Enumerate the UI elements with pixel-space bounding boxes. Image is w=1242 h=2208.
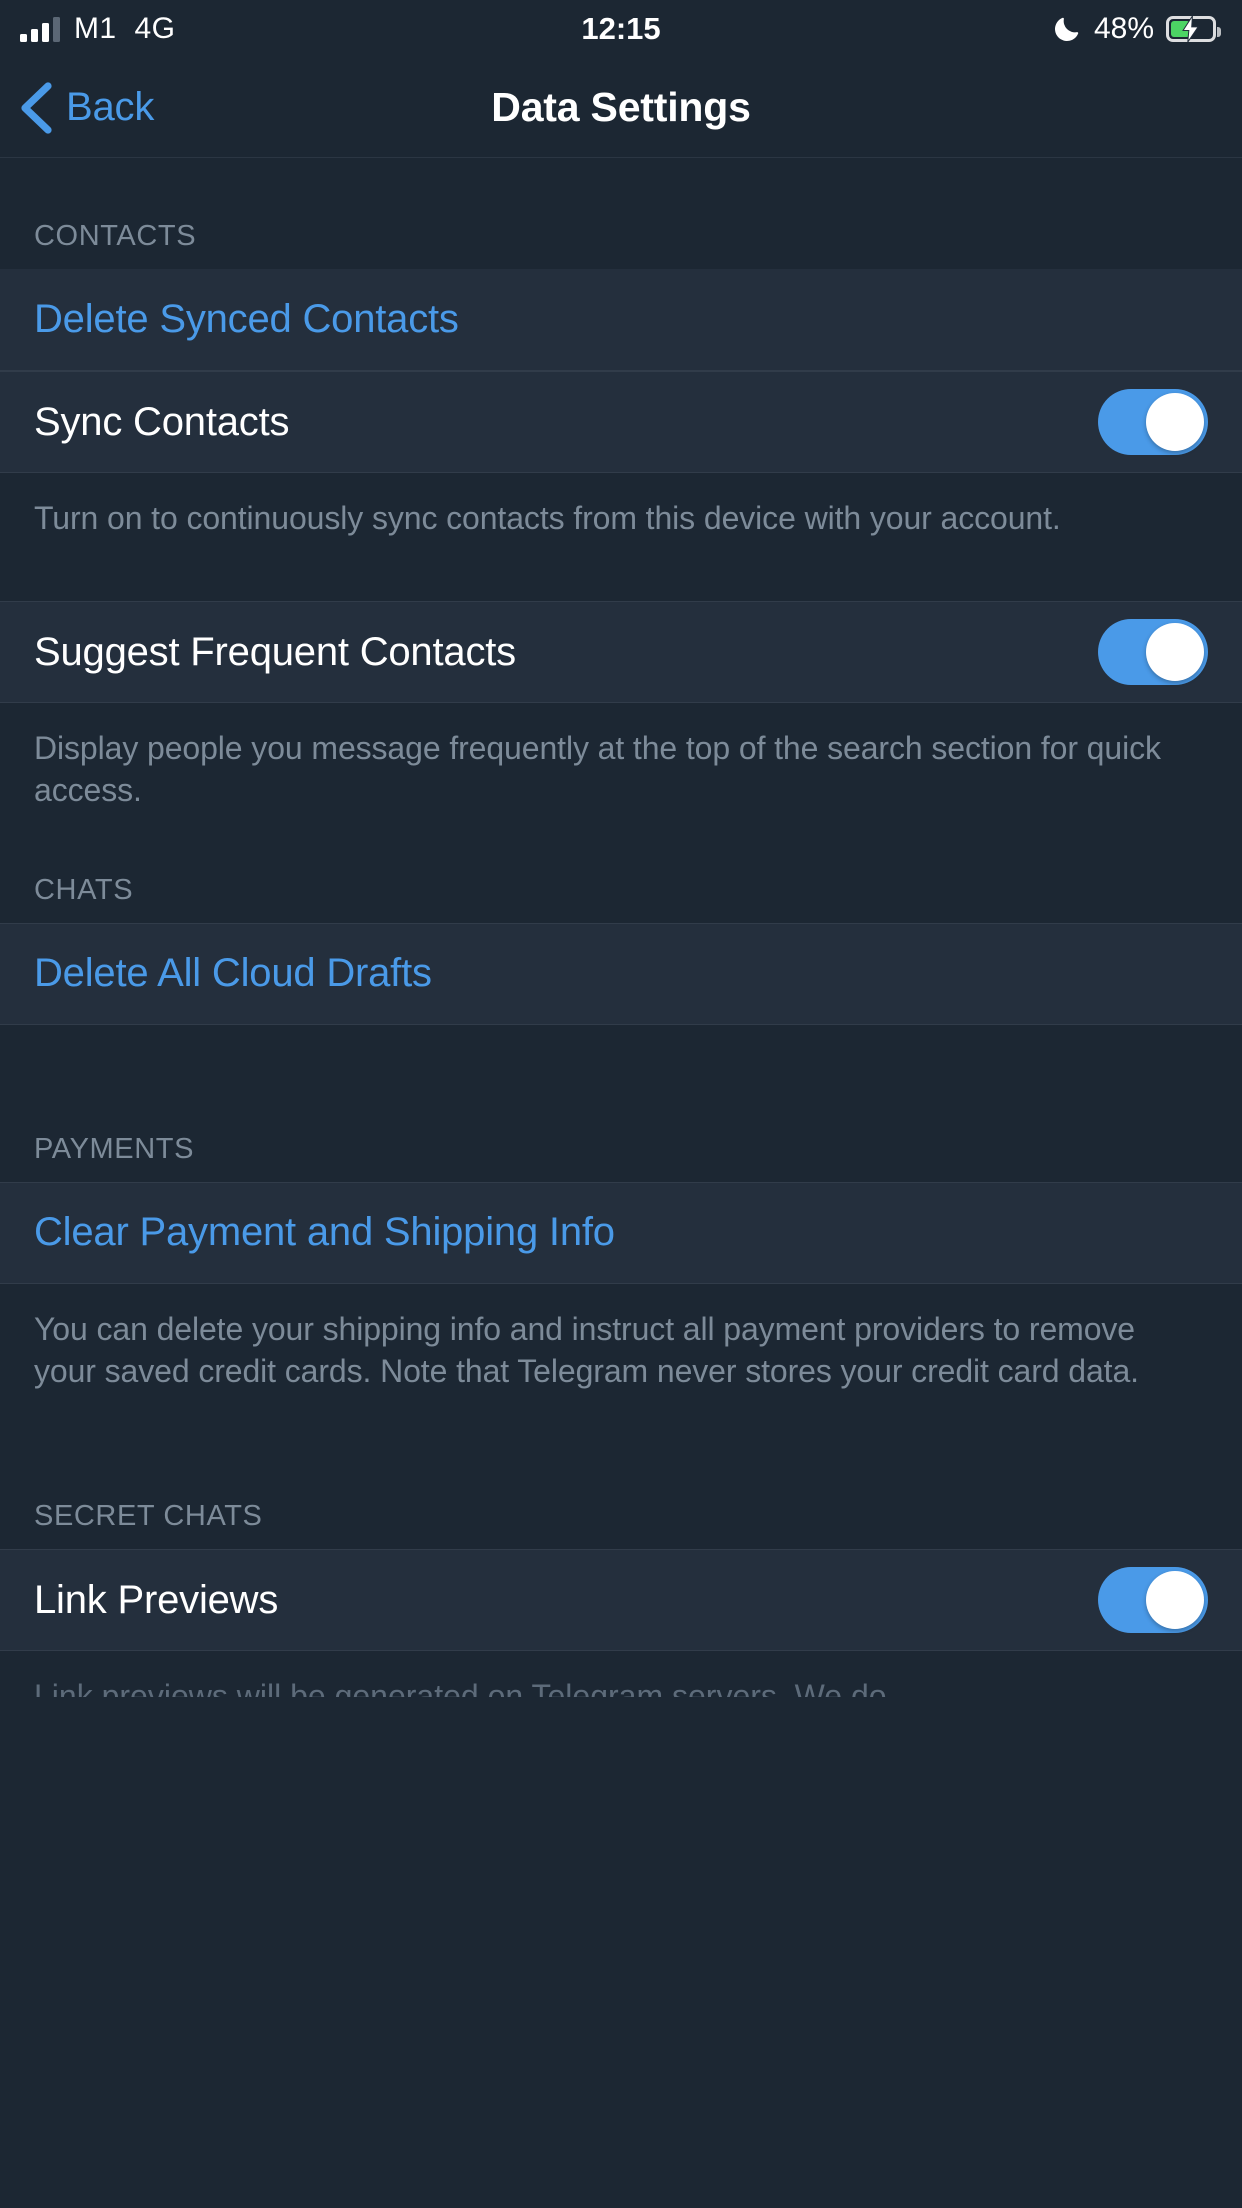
network-type-label: 4G	[134, 12, 176, 45]
page-title: Data Settings	[491, 84, 751, 130]
section-spacer	[0, 1454, 1242, 1501]
navigation-bar: Back Data Settings	[0, 58, 1242, 158]
chevron-left-icon	[14, 80, 58, 136]
section-spacer	[0, 539, 1242, 602]
toggle-knob	[1146, 623, 1204, 682]
back-button-label: Back	[66, 85, 155, 129]
row-label: Sync Contacts	[34, 399, 290, 444]
section-header-payments: PAYMENTS	[0, 1132, 1242, 1182]
back-button[interactable]: Back	[0, 80, 154, 136]
carrier-label: M1	[74, 12, 117, 45]
section-header-secret-chats: SECRET CHATS	[0, 1500, 1242, 1550]
battery-charging-icon	[1166, 16, 1221, 42]
moon-icon	[1052, 14, 1082, 44]
row-label: Clear Payment and Shipping Info	[34, 1210, 615, 1255]
section-header-contacts: CONTACTS	[0, 220, 1242, 269]
toggle-knob	[1146, 393, 1204, 451]
row-label: Delete Synced Contacts	[34, 297, 459, 341]
section-spacer	[0, 1024, 1242, 1087]
row-link-previews[interactable]: Link Previews	[0, 1549, 1242, 1652]
status-bar-right: 48%	[1052, 12, 1221, 46]
toggle-knob	[1146, 1571, 1204, 1630]
toggle-sync-contacts[interactable]	[1098, 389, 1208, 455]
toggle-link-previews[interactable]	[1098, 1567, 1208, 1634]
signal-strength-icon	[20, 16, 60, 42]
row-delete-all-cloud-drafts[interactable]: Delete All Cloud Drafts	[0, 922, 1242, 1025]
footer-suggest-frequent-contacts: Display people you message frequently at…	[0, 703, 1242, 812]
status-bar: M1 4G 12:15 48%	[0, 0, 1242, 58]
section-spacer	[0, 1392, 1242, 1455]
section-spacer	[0, 1086, 1242, 1133]
row-label: Suggest Frequent Contacts	[34, 629, 516, 674]
settings-list: CONTACTS Delete Synced Contacts Sync Con…	[0, 158, 1242, 1698]
section-spacer	[0, 811, 1242, 874]
row-clear-payment-shipping-info[interactable]: Clear Payment and Shipping Info	[0, 1181, 1242, 1284]
status-bar-left: M1 4G	[20, 12, 175, 46]
row-suggest-frequent-contacts[interactable]: Suggest Frequent Contacts	[0, 601, 1242, 704]
row-label: Delete All Cloud Drafts	[34, 951, 432, 996]
row-label: Link Previews	[34, 1577, 279, 1622]
footer-sync-contacts: Turn on to continuously sync contacts fr…	[0, 473, 1242, 540]
footer-secret-chats: Link previews will be generated on Teleg…	[0, 1651, 1242, 1698]
row-sync-contacts[interactable]: Sync Contacts	[0, 371, 1242, 473]
section-header-chats: CHATS	[0, 873, 1242, 923]
row-delete-synced-contacts[interactable]: Delete Synced Contacts	[0, 269, 1242, 371]
section-spacer	[0, 158, 1242, 220]
footer-payments: You can delete your shipping info and in…	[0, 1283, 1242, 1393]
toggle-suggest-frequent-contacts[interactable]	[1098, 619, 1208, 686]
battery-percentage-label: 48%	[1093, 12, 1154, 45]
